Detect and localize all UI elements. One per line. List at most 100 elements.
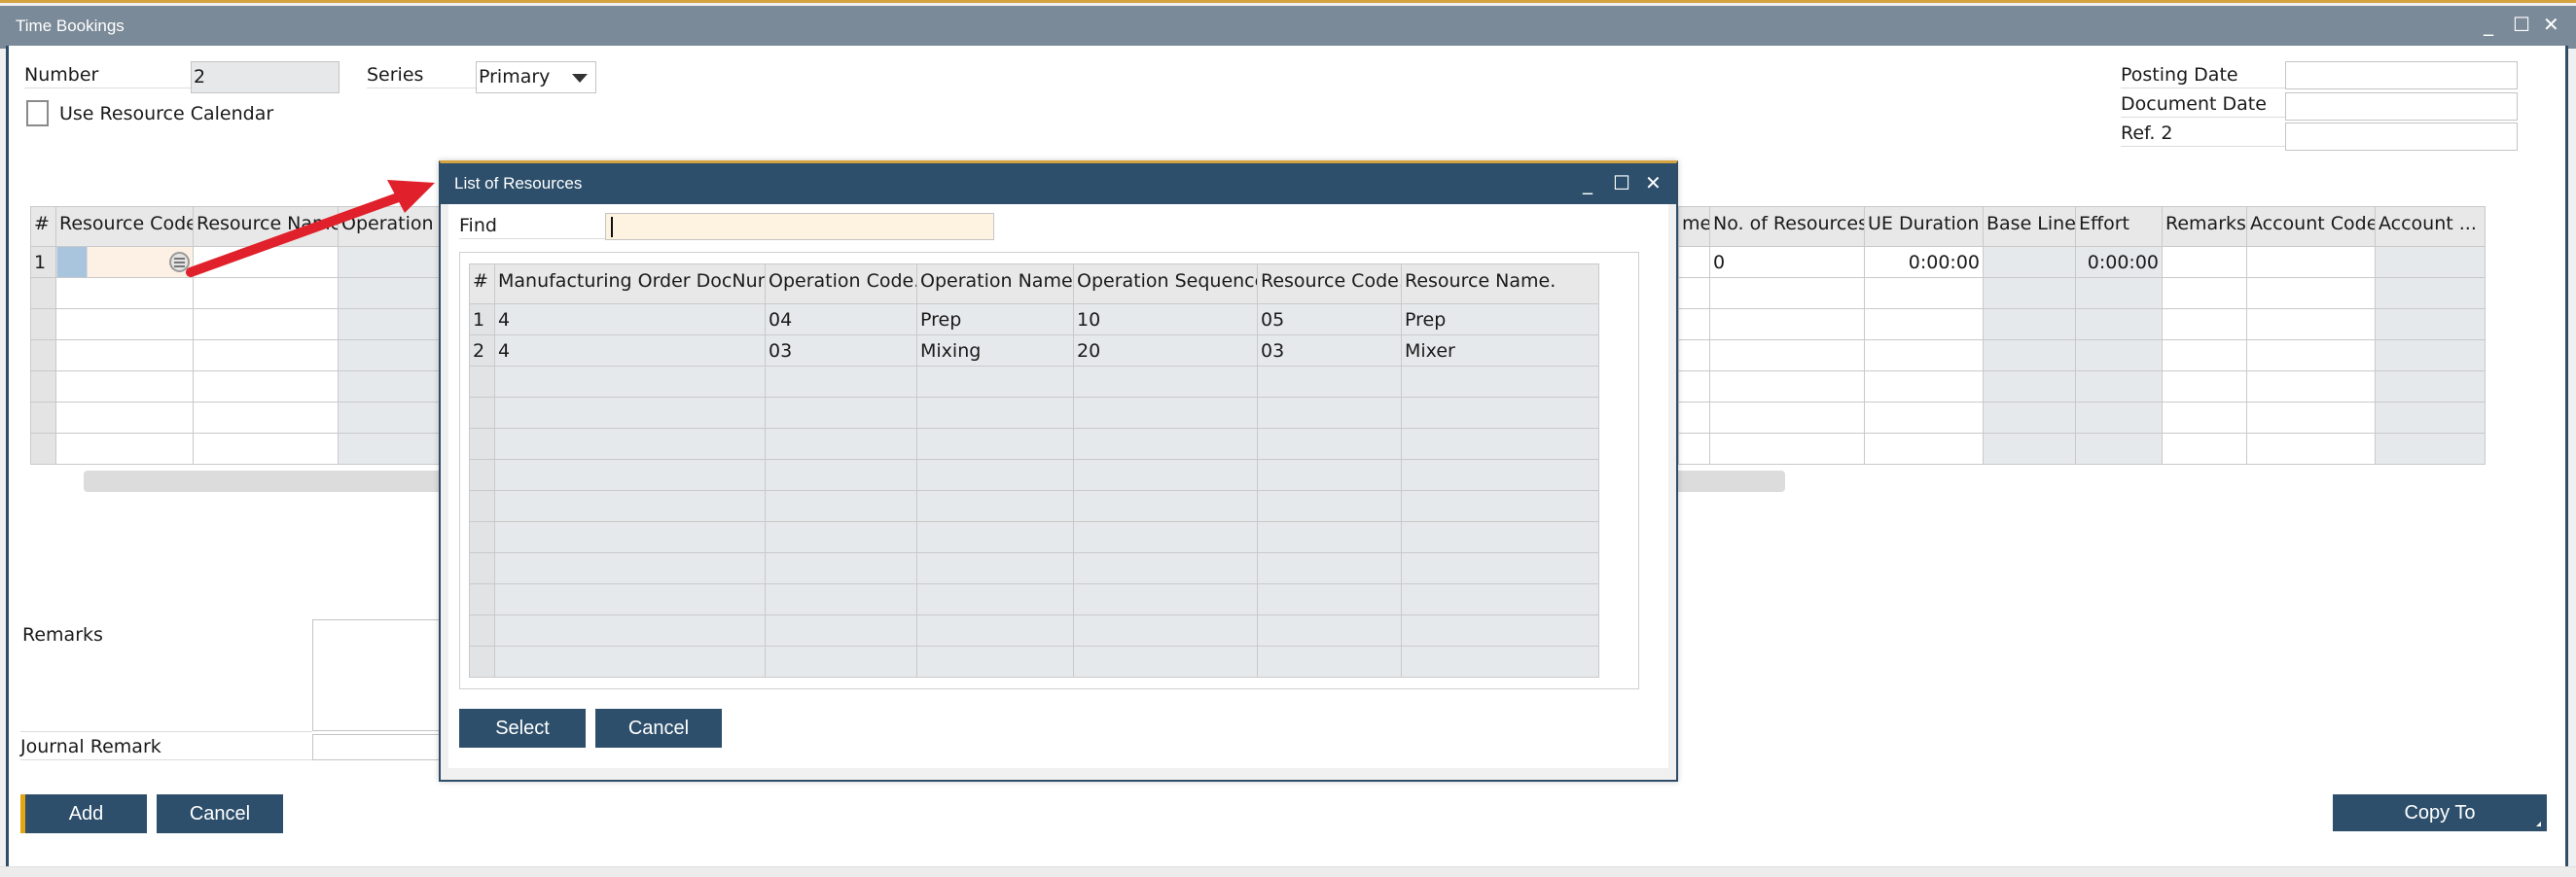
grid-cell[interactable]: 0:00:00 — [1864, 246, 1984, 278]
posting-date-field[interactable] — [2285, 61, 2518, 89]
close-icon[interactable]: ✕ — [2543, 13, 2559, 36]
journal-remark-field[interactable] — [312, 734, 458, 760]
row-number-cell[interactable] — [469, 646, 495, 678]
dcol-header-operation-code[interactable]: Operation Code. — [765, 263, 917, 304]
list-item[interactable]: 1 4 04 Prep 10 05 Prep — [469, 303, 1599, 335]
list-cell[interactable] — [1073, 428, 1258, 460]
row-number-cell[interactable] — [469, 366, 495, 398]
col-header-ue-duration[interactable]: UE Duration — [1864, 206, 1984, 247]
grid-cell[interactable] — [55, 277, 194, 309]
row-number-cell[interactable] — [469, 428, 495, 460]
list-cell[interactable]: 4 — [494, 303, 766, 335]
grid-cell[interactable] — [1983, 246, 2076, 278]
list-cell[interactable] — [1257, 614, 1402, 647]
list-cell[interactable] — [916, 366, 1074, 398]
list-item[interactable] — [469, 366, 1599, 398]
col-header-effort[interactable]: Effort — [2075, 206, 2163, 247]
grid-cell[interactable] — [1864, 308, 1984, 340]
list-cell[interactable] — [765, 583, 917, 615]
add-button[interactable]: Add — [20, 794, 147, 833]
list-cell[interactable] — [1073, 552, 1258, 584]
maximize-icon[interactable]: ☐ — [2513, 13, 2530, 36]
remarks-textarea[interactable] — [312, 619, 458, 731]
list-cell[interactable] — [1073, 459, 1258, 491]
find-input[interactable] — [605, 213, 994, 240]
grid-cell[interactable] — [2075, 370, 2163, 403]
list-cell[interactable]: 05 — [1257, 303, 1402, 335]
grid-cell[interactable] — [2375, 402, 2486, 434]
grid-cell[interactable] — [2162, 402, 2247, 434]
list-cell[interactable] — [1257, 521, 1402, 553]
list-item[interactable] — [469, 459, 1599, 491]
grid-cell[interactable] — [2246, 433, 2376, 465]
list-cell[interactable] — [1401, 583, 1599, 615]
list-cell[interactable] — [1257, 646, 1402, 678]
grid-cell[interactable] — [1983, 370, 2076, 403]
list-cell[interactable] — [1257, 552, 1402, 584]
grid-cell[interactable]: 0 — [1709, 246, 1865, 278]
list-cell[interactable] — [1073, 646, 1258, 678]
select-button[interactable]: Select — [459, 709, 586, 748]
dcol-header-rownum[interactable]: # — [469, 263, 495, 304]
list-cell[interactable]: 04 — [765, 303, 917, 335]
list-cell[interactable] — [494, 490, 766, 522]
grid-cell[interactable] — [193, 308, 339, 340]
list-cell[interactable]: 20 — [1073, 334, 1258, 367]
number-field[interactable]: 2 — [191, 61, 340, 93]
cancel-button[interactable]: Cancel — [157, 794, 283, 833]
list-item[interactable] — [469, 397, 1599, 429]
grid-cell[interactable] — [2246, 370, 2376, 403]
list-cell[interactable] — [765, 552, 917, 584]
list-cell[interactable] — [765, 428, 917, 460]
col-header-base-line[interactable]: Base Line — [1983, 206, 2076, 247]
grid-cell[interactable] — [55, 433, 194, 465]
list-cell[interactable] — [765, 614, 917, 647]
list-cell[interactable] — [494, 552, 766, 584]
list-item[interactable]: 2 4 03 Mixing 20 03 Mixer — [469, 334, 1599, 367]
list-cell[interactable] — [1401, 490, 1599, 522]
grid-cell[interactable] — [1983, 339, 2076, 371]
list-cell[interactable]: 10 — [1073, 303, 1258, 335]
row-number-cell[interactable]: 1 — [469, 303, 495, 335]
grid-cell[interactable] — [1709, 402, 1865, 434]
grid-cell[interactable] — [193, 277, 339, 309]
row-number-cell[interactable] — [469, 490, 495, 522]
choose-from-list-icon[interactable] — [169, 252, 190, 272]
grid-cell[interactable] — [55, 370, 194, 403]
col-header-account-code[interactable]: Account Code — [2246, 206, 2376, 247]
list-cell[interactable] — [1257, 459, 1402, 491]
grid-cell[interactable] — [1864, 402, 1984, 434]
grid-cell[interactable] — [1709, 370, 1865, 403]
row-number-cell[interactable] — [469, 459, 495, 491]
series-dropdown[interactable]: Primary — [476, 61, 596, 93]
list-cell[interactable] — [916, 521, 1074, 553]
dcol-header-operation-sequence[interactable]: Operation Sequence — [1073, 263, 1258, 304]
list-cell[interactable] — [1073, 614, 1258, 647]
list-cell[interactable] — [494, 521, 766, 553]
list-cell[interactable] — [916, 552, 1074, 584]
resource-code-cell-focused[interactable] — [55, 246, 194, 278]
list-cell[interactable] — [1257, 366, 1402, 398]
grid-cell[interactable] — [1983, 308, 2076, 340]
list-item[interactable] — [469, 646, 1599, 678]
col-header-rownum[interactable]: # — [30, 206, 56, 247]
list-cell[interactable] — [916, 583, 1074, 615]
list-cell[interactable] — [765, 646, 917, 678]
grid-cell[interactable] — [2246, 246, 2376, 278]
col-header-no-of-resources[interactable]: No. of Resources — [1709, 206, 1865, 247]
grid-cell[interactable] — [1983, 402, 2076, 434]
grid-cell[interactable] — [2375, 277, 2486, 309]
col-header-hidden-name[interactable]: me — [1678, 206, 1710, 247]
grid-cell[interactable] — [1678, 246, 1710, 278]
grid-cell[interactable] — [1678, 308, 1710, 340]
list-cell[interactable] — [765, 366, 917, 398]
list-cell[interactable] — [1073, 521, 1258, 553]
grid-cell[interactable] — [1678, 402, 1710, 434]
list-cell[interactable]: 03 — [1257, 334, 1402, 367]
list-cell[interactable] — [1401, 646, 1599, 678]
grid-cell[interactable] — [1864, 277, 1984, 309]
list-cell[interactable] — [1257, 428, 1402, 460]
row-number-cell[interactable] — [469, 583, 495, 615]
dialog-titlebar[interactable]: List of Resources _ ☐ ✕ — [441, 163, 1676, 204]
grid-cell[interactable] — [193, 402, 339, 434]
